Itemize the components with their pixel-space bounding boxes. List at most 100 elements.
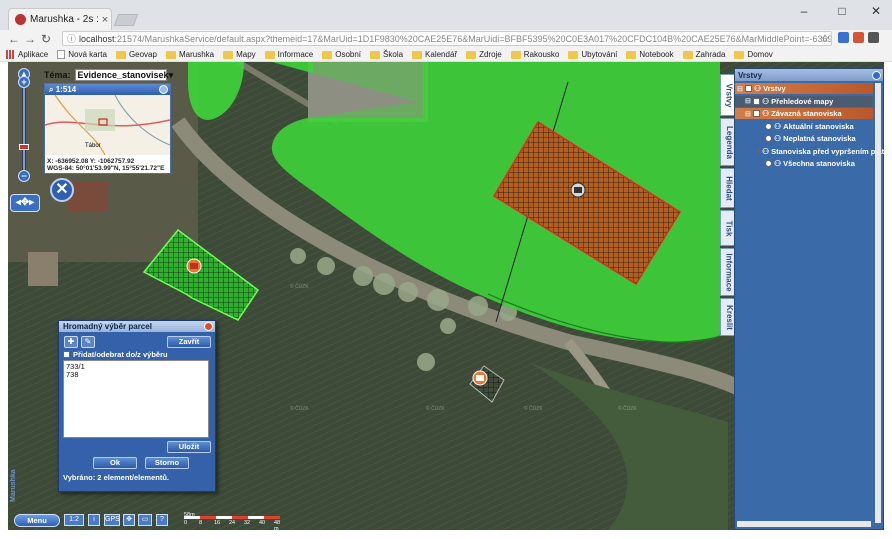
url-input[interactable]: ⓘ localhost:21574/MarushkaService/defaul… <box>62 31 832 46</box>
theme-select[interactable]: Evidence_stanovisek ▾ <box>74 69 173 81</box>
bookmark-label: Marushka <box>178 50 215 59</box>
bookmark-item[interactable]: Škola <box>370 50 403 59</box>
back-arrow-icon[interactable]: ← <box>6 32 22 46</box>
watermark: © ČÚZK <box>524 406 543 412</box>
bookmarks-bar: Aplikace Nová karta Geovap Marushka Mapy Info… <box>0 48 892 62</box>
measure-tool-icon[interactable]: ✥ <box>123 514 135 526</box>
tab-close-icon[interactable]: × <box>99 14 111 26</box>
expand-toggle-icon[interactable]: ⊟ <box>745 97 752 105</box>
scale-tick-label: 48 m <box>274 520 281 530</box>
bookmark-item[interactable]: Mapy <box>223 50 256 59</box>
layer-row[interactable]: ⊟ ⚇ Vrstvy <box>735 83 873 94</box>
bookmark-item[interactable]: Marushka <box>165 50 215 59</box>
save-button[interactable]: Uložit <box>167 441 211 453</box>
bookmark-item[interactable]: Nová karta <box>57 50 107 59</box>
window-close-button[interactable]: ✕ <box>864 4 888 18</box>
layer-row[interactable]: ⚇ Aktuální stanoviska <box>735 121 873 132</box>
coordinates-readout: X: -636952.08 Y: -1062757.92 WGS-84: 50°… <box>47 158 164 172</box>
layer-row[interactable]: ⚇ Všechna stanoviska <box>735 158 873 169</box>
add-remove-label: Přidat/odebrat do/z výběru <box>73 350 168 359</box>
close-button[interactable]: Zavřít <box>167 336 211 348</box>
window-maximize-button[interactable]: □ <box>830 4 854 18</box>
folder-icon <box>370 50 381 59</box>
bookmark-item[interactable]: Geovap <box>115 50 157 59</box>
bookmark-item[interactable]: Rakousko <box>510 50 559 59</box>
layers-panel: Vrstvy ⊟ ⚇ Vrstvy ⊟ ⚇ Přehledové mapy ⊟ ⚇ Závazn… <box>734 68 884 530</box>
overview-map-image[interactable]: Tábor <box>44 94 171 156</box>
window-minimize-button[interactable]: – <box>792 4 816 18</box>
bookmark-star-icon[interactable]: ☆ <box>820 32 830 45</box>
ok-button[interactable]: Ok <box>93 457 137 469</box>
bookmark-item[interactable]: Kalendář <box>412 50 457 59</box>
url-host: localhost <box>79 33 115 44</box>
layer-icon: ⚇ <box>774 159 782 168</box>
bookmark-item[interactable]: Zdroje <box>466 50 502 59</box>
layer-icon: ⚇ <box>754 84 762 93</box>
scale-band <box>248 516 264 519</box>
coords-wgs: WGS-84: 50°01'53.99"N, 15°55'21.72"E <box>47 165 165 172</box>
zoom-in-icon[interactable]: + <box>18 76 30 88</box>
bookmark-item[interactable]: Domov <box>734 50 773 59</box>
add-remove-checkbox[interactable] <box>63 351 70 358</box>
layer-radio[interactable] <box>765 122 772 130</box>
layer-row[interactable]: ⚇ Stanoviska před vypršením platno <box>735 146 884 157</box>
cancel-button[interactable]: Storno <box>145 457 189 469</box>
bookmark-item[interactable]: Ubytování <box>568 50 617 59</box>
map-viewport[interactable]: © ČÚZK © ČÚZK © ČÚZK © ČÚZK © ČÚZK ▲ + −… <box>8 62 884 530</box>
layers-panel-header: Vrstvy <box>735 69 883 81</box>
browser-tab[interactable]: Marushka - 2s :38ms, 10 × <box>8 8 112 30</box>
layer-radio[interactable] <box>765 135 772 142</box>
layer-checkbox[interactable] <box>753 110 760 117</box>
bookmark-item[interactable]: Notebook <box>626 50 674 59</box>
pick-parcel-icon[interactable]: ✎ <box>81 336 95 348</box>
bookmark-item[interactable]: Informace <box>264 50 313 59</box>
dialog-close-icon[interactable] <box>204 322 213 331</box>
parcel-list-textarea[interactable] <box>63 360 209 438</box>
bookmark-label: Škola <box>383 50 404 59</box>
zoom-level-select[interactable]: 1:2 <box>64 514 84 526</box>
expand-toggle-icon[interactable]: ⊟ <box>737 85 744 93</box>
watermark: © ČÚZK <box>290 284 309 290</box>
bookmark-item[interactable]: Osobní <box>322 50 361 59</box>
horizontal-scrollbar[interactable] <box>737 521 871 527</box>
theme-selector: Téma: Evidence_stanovisek ▾ <box>44 68 174 82</box>
add-remove-checkbox-row[interactable]: Přidat/odebrat do/z výběru <box>63 350 168 359</box>
minimize-icon[interactable] <box>159 85 168 94</box>
reload-icon[interactable]: ↻ <box>38 32 54 46</box>
selection-status: Vybráno: 2 element/elementů. <box>63 473 170 482</box>
panel-toggle-icon[interactable] <box>872 70 881 80</box>
extension-icon[interactable] <box>853 32 864 43</box>
expand-toggle-icon[interactable]: ⊟ <box>745 110 752 118</box>
zoom-slider-handle[interactable] <box>19 144 29 150</box>
layer-row[interactable]: ⚇ Neplatná stanoviska <box>735 133 873 144</box>
bookmark-label: Osobní <box>335 50 362 59</box>
bookmark-item[interactable]: Aplikace <box>6 50 48 59</box>
select-tool-icon[interactable]: ✚ <box>64 336 78 348</box>
pan-arrows-icon[interactable]: ◂✥▸ <box>10 194 40 212</box>
zoom-out-icon[interactable]: − <box>18 170 30 182</box>
gps-button[interactable]: GPS <box>104 514 120 526</box>
layer-row[interactable]: ⊟ ⚇ Závazná stanoviska <box>735 108 873 119</box>
menu-button[interactable]: Menu <box>14 514 60 527</box>
zoom-slider[interactable] <box>22 86 26 176</box>
layer-checkbox[interactable] <box>745 85 752 92</box>
extension-icon[interactable] <box>838 32 849 43</box>
info-tool-icon[interactable]: i <box>88 514 100 526</box>
new-tab-button[interactable] <box>113 14 139 26</box>
close-icon[interactable]: ✕ <box>50 178 74 202</box>
layer-radio[interactable] <box>758 147 760 155</box>
side-tab-label: Legenda <box>724 125 734 159</box>
forward-arrow-icon[interactable]: → <box>22 32 38 46</box>
layer-radio[interactable] <box>765 160 772 167</box>
vertical-scrollbar[interactable] <box>875 83 881 523</box>
overview-town-label: Tábor <box>85 143 101 149</box>
side-tab-label: Vrstvy <box>724 82 734 108</box>
fullscreen-icon[interactable]: ▭ <box>138 514 152 526</box>
layer-checkbox[interactable] <box>753 97 760 105</box>
bookmark-item[interactable]: Zahrada <box>682 50 725 59</box>
help-button[interactable]: ? <box>156 514 168 526</box>
layer-row[interactable]: ⊟ ⚇ Přehledové mapy <box>735 95 873 107</box>
folder-icon <box>264 50 275 59</box>
overview-map[interactable]: ⌕ 1:514 Tábor X: -636952.08 Y: -1062757.… <box>44 83 171 174</box>
kebab-menu-icon[interactable] <box>868 32 879 43</box>
